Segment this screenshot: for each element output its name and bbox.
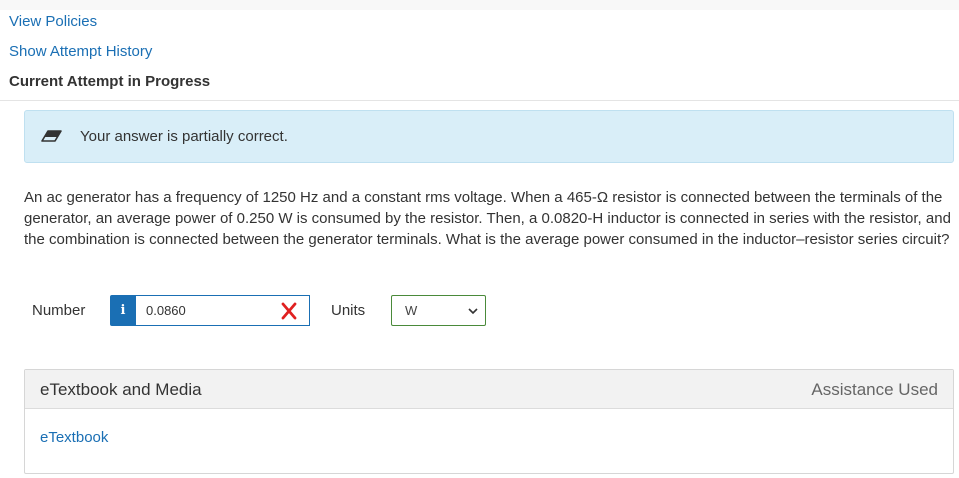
show-attempt-history-link[interactable]: Show Attempt History — [9, 43, 152, 60]
pencil-icon — [41, 130, 62, 142]
question-text: An ac generator has a frequency of 1250 … — [24, 189, 951, 248]
assistance-used-label: Assistance Used — [811, 380, 938, 399]
info-icon[interactable]: i — [110, 295, 136, 326]
chevron-down-icon — [468, 308, 478, 315]
units-label: Units — [331, 302, 366, 319]
page: View Policies Show Attempt History Curre… — [0, 10, 959, 478]
view-policies-link[interactable]: View Policies — [9, 13, 97, 30]
units-select[interactable]: W — [391, 295, 486, 326]
x-mark-icon — [281, 302, 297, 320]
partial-correct-alert: Your answer is partially correct. — [24, 110, 954, 163]
media-panel-title: eTextbook and Media — [40, 380, 202, 399]
number-label: Number — [32, 302, 86, 319]
etextbook-link[interactable]: eTextbook — [40, 429, 108, 446]
divider — [0, 100, 959, 101]
media-panel-header: eTextbook and Media Assistance Used — [25, 370, 953, 409]
alert-message: Your answer is partially correct. — [80, 128, 288, 145]
units-selected-value: W — [405, 303, 418, 318]
etextbook-media-panel: eTextbook and Media Assistance Used eTex… — [24, 369, 954, 474]
attempt-heading: Current Attempt in Progress — [9, 73, 211, 90]
